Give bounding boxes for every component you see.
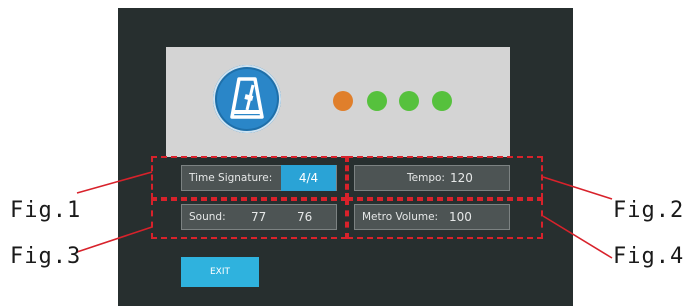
callout-leader-lines — [76, 171, 613, 259]
fig3-label: Fig.3 — [10, 244, 82, 269]
fig1-label: Fig.1 — [10, 198, 82, 223]
fig4-label: Fig.4 — [613, 244, 685, 269]
fig2-label: Fig.2 — [613, 198, 685, 223]
